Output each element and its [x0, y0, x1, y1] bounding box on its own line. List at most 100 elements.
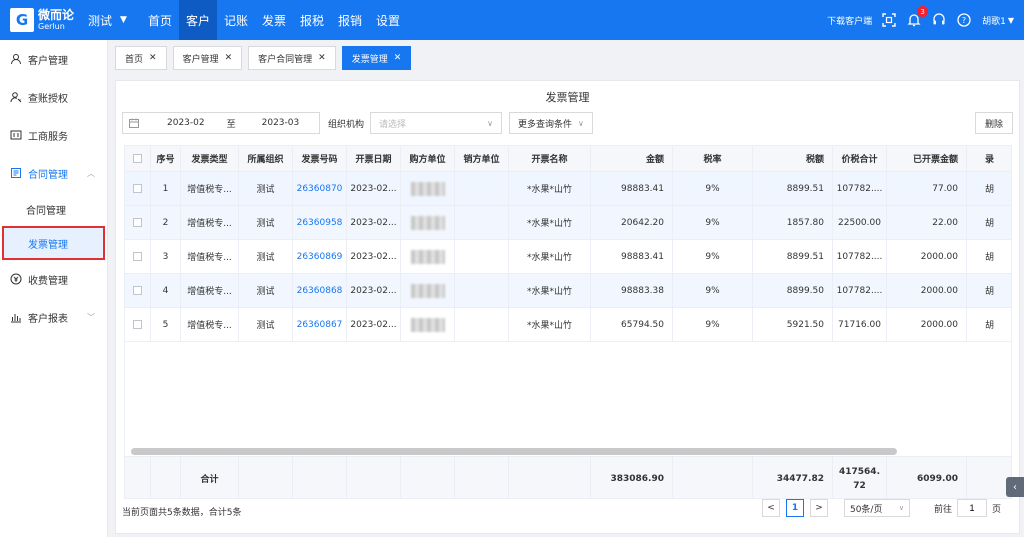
- row-select-cell[interactable]: [125, 308, 151, 341]
- column-header[interactable]: 购方单位: [401, 146, 455, 171]
- tab-customers[interactable]: 客户管理 ✕: [172, 46, 243, 70]
- next-page-button[interactable]: >: [809, 499, 828, 517]
- row-checkbox[interactable]: [133, 184, 142, 193]
- nav-item-0[interactable]: 首页: [141, 0, 179, 40]
- table-row[interactable]: 4 增值税专... 测试 26360868 2023-02... *水果*山竹 98883.…: [125, 274, 1011, 308]
- column-header-label: 开票名称: [531, 155, 568, 165]
- column-header-label: 金额: [645, 155, 664, 165]
- column-header[interactable]: 序号: [151, 146, 181, 171]
- table-cell: 98883.41: [591, 240, 673, 273]
- column-header-label: 购方单位: [409, 155, 446, 165]
- page-1-button[interactable]: 1: [785, 499, 804, 517]
- tab-invoices[interactable]: 发票管理 ✕: [341, 46, 412, 70]
- close-icon[interactable]: ✕: [149, 53, 157, 63]
- table-row[interactable]: 1 增值税专... 测试 26360870 2023-02... *水果*山竹 98883.…: [125, 172, 1011, 206]
- user-menu[interactable]: 胡歌1 ▼: [982, 14, 1014, 27]
- download-client-link[interactable]: 下载客户端: [827, 14, 872, 27]
- column-header[interactable]: 价税合计: [833, 146, 887, 171]
- column-header[interactable]: 发票号码: [293, 146, 347, 171]
- table-summary: 当前页面共5条数据，合计5条: [122, 508, 242, 518]
- row-checkbox[interactable]: [133, 320, 142, 329]
- table-cell: 98883.41: [591, 172, 673, 205]
- page-size-select[interactable]: 50条/页 ∨: [843, 499, 910, 517]
- tab-label: 首页: [125, 54, 144, 65]
- cell-org: 测试: [256, 185, 275, 195]
- help-icon[interactable]: ?: [956, 12, 972, 28]
- sidebar-item-business-service[interactable]: 工商服务: [0, 116, 107, 154]
- column-header[interactable]: 销方单位: [455, 146, 509, 171]
- tab-home[interactable]: 首页 ✕: [115, 46, 167, 70]
- column-header[interactable]: 发票类型: [181, 146, 239, 171]
- cell-name: *水果*山竹: [526, 219, 572, 229]
- nav-item-4[interactable]: 报税: [293, 0, 331, 40]
- table-row[interactable]: 5 增值税专... 测试 26360867 2023-02... *水果*山竹 65794.…: [125, 308, 1011, 342]
- row-select-cell[interactable]: [125, 172, 151, 205]
- sidebar-sub-contract-mgmt[interactable]: 合同管理: [0, 192, 107, 226]
- date-range-picker[interactable]: 2023-02 至 2023-03: [122, 112, 320, 134]
- cell-num[interactable]: 26360870: [297, 184, 343, 194]
- cell-num[interactable]: 26360958: [297, 218, 343, 228]
- close-icon[interactable]: ✕: [225, 53, 233, 63]
- row-checkbox[interactable]: [133, 252, 142, 261]
- table-cell: [455, 206, 509, 239]
- horizontal-scrollbar[interactable]: [131, 448, 897, 455]
- tab-customer-contracts[interactable]: 客户合同管理 ✕: [248, 46, 336, 70]
- column-header[interactable]: 已开票金额: [887, 146, 967, 171]
- cell-num[interactable]: 26360868: [297, 286, 343, 296]
- headset-icon[interactable]: [931, 12, 947, 28]
- row-select-cell[interactable]: [125, 240, 151, 273]
- nav-item-5[interactable]: 报销: [331, 0, 369, 40]
- org-select[interactable]: 请选择 ∨: [370, 112, 503, 134]
- column-header[interactable]: 税额: [753, 146, 833, 171]
- nav-item-1[interactable]: 客户: [178, 0, 217, 40]
- sidebar-item-label: 查账授权: [28, 93, 68, 105]
- sidebar-item-label: 工商服务: [28, 131, 68, 143]
- column-header[interactable]: 所属组织: [239, 146, 293, 171]
- select-all-cell[interactable]: [125, 146, 151, 171]
- nav-item-2[interactable]: 记账: [217, 0, 255, 40]
- redacted-buyer: [410, 283, 445, 298]
- row-checkbox[interactable]: [133, 218, 142, 227]
- column-header[interactable]: 录: [967, 146, 1011, 171]
- row-select-cell[interactable]: [125, 206, 151, 239]
- column-header[interactable]: 开票名称: [509, 146, 591, 171]
- table-cell: 胡: [967, 274, 1011, 307]
- scan-icon[interactable]: [881, 12, 897, 28]
- table-cell: 5: [151, 308, 181, 341]
- brand-logo[interactable]: G 微而论 Gerlun: [0, 8, 88, 32]
- nav-item-6[interactable]: 设置: [369, 0, 407, 40]
- column-header[interactable]: 开票日期: [347, 146, 401, 171]
- column-header-label: 税额: [805, 155, 824, 165]
- select-all-checkbox[interactable]: [133, 154, 142, 163]
- more-filters-button[interactable]: 更多查询条件 ∨: [509, 112, 593, 134]
- column-header[interactable]: 税率: [673, 146, 753, 171]
- collapse-panel-button[interactable]: ‹: [1006, 477, 1024, 497]
- bell-icon[interactable]: 3: [906, 6, 929, 28]
- sidebar-item-fees[interactable]: 收费管理: [0, 260, 107, 298]
- cell-num[interactable]: 26360867: [297, 320, 343, 330]
- goto-page-input[interactable]: [956, 499, 987, 517]
- table-cell: [455, 274, 509, 307]
- more-filters-label: 更多查询条件: [518, 119, 573, 130]
- column-header[interactable]: 金额: [591, 146, 673, 171]
- table-row[interactable]: 2 增值税专... 测试 26360958 2023-02... *水果*山竹 20642.…: [125, 206, 1011, 240]
- table-cell: 8899.51: [753, 240, 833, 273]
- nav-item-3[interactable]: 发票: [255, 0, 293, 40]
- table-cell: *水果*山竹: [509, 308, 591, 341]
- table-row[interactable]: 3 增值税专... 测试 26360869 2023-02... *水果*山竹 98883.…: [125, 240, 1011, 274]
- tenant-switcher[interactable]: 测试 ▼: [88, 12, 127, 29]
- delete-button[interactable]: 删除: [974, 112, 1013, 134]
- sidebar-item-reports[interactable]: 客户报表 ﹀: [0, 298, 107, 336]
- close-icon[interactable]: ✕: [318, 53, 326, 63]
- row-select-cell[interactable]: [125, 274, 151, 307]
- cell-num[interactable]: 26360869: [297, 252, 343, 262]
- table-cell: 增值税专...: [181, 206, 239, 239]
- sidebar-sub-invoice-mgmt[interactable]: 发票管理: [2, 226, 105, 260]
- row-checkbox[interactable]: [133, 286, 142, 295]
- table-cell: 2023-02...: [347, 240, 401, 273]
- close-icon[interactable]: ✕: [394, 53, 402, 63]
- sidebar-item-contracts[interactable]: 合同管理 ︿: [0, 154, 107, 192]
- prev-page-button[interactable]: <: [761, 499, 780, 517]
- sidebar-item-customers[interactable]: 客户管理: [0, 40, 107, 78]
- sidebar-item-audit-auth[interactable]: 查账授权: [0, 78, 107, 116]
